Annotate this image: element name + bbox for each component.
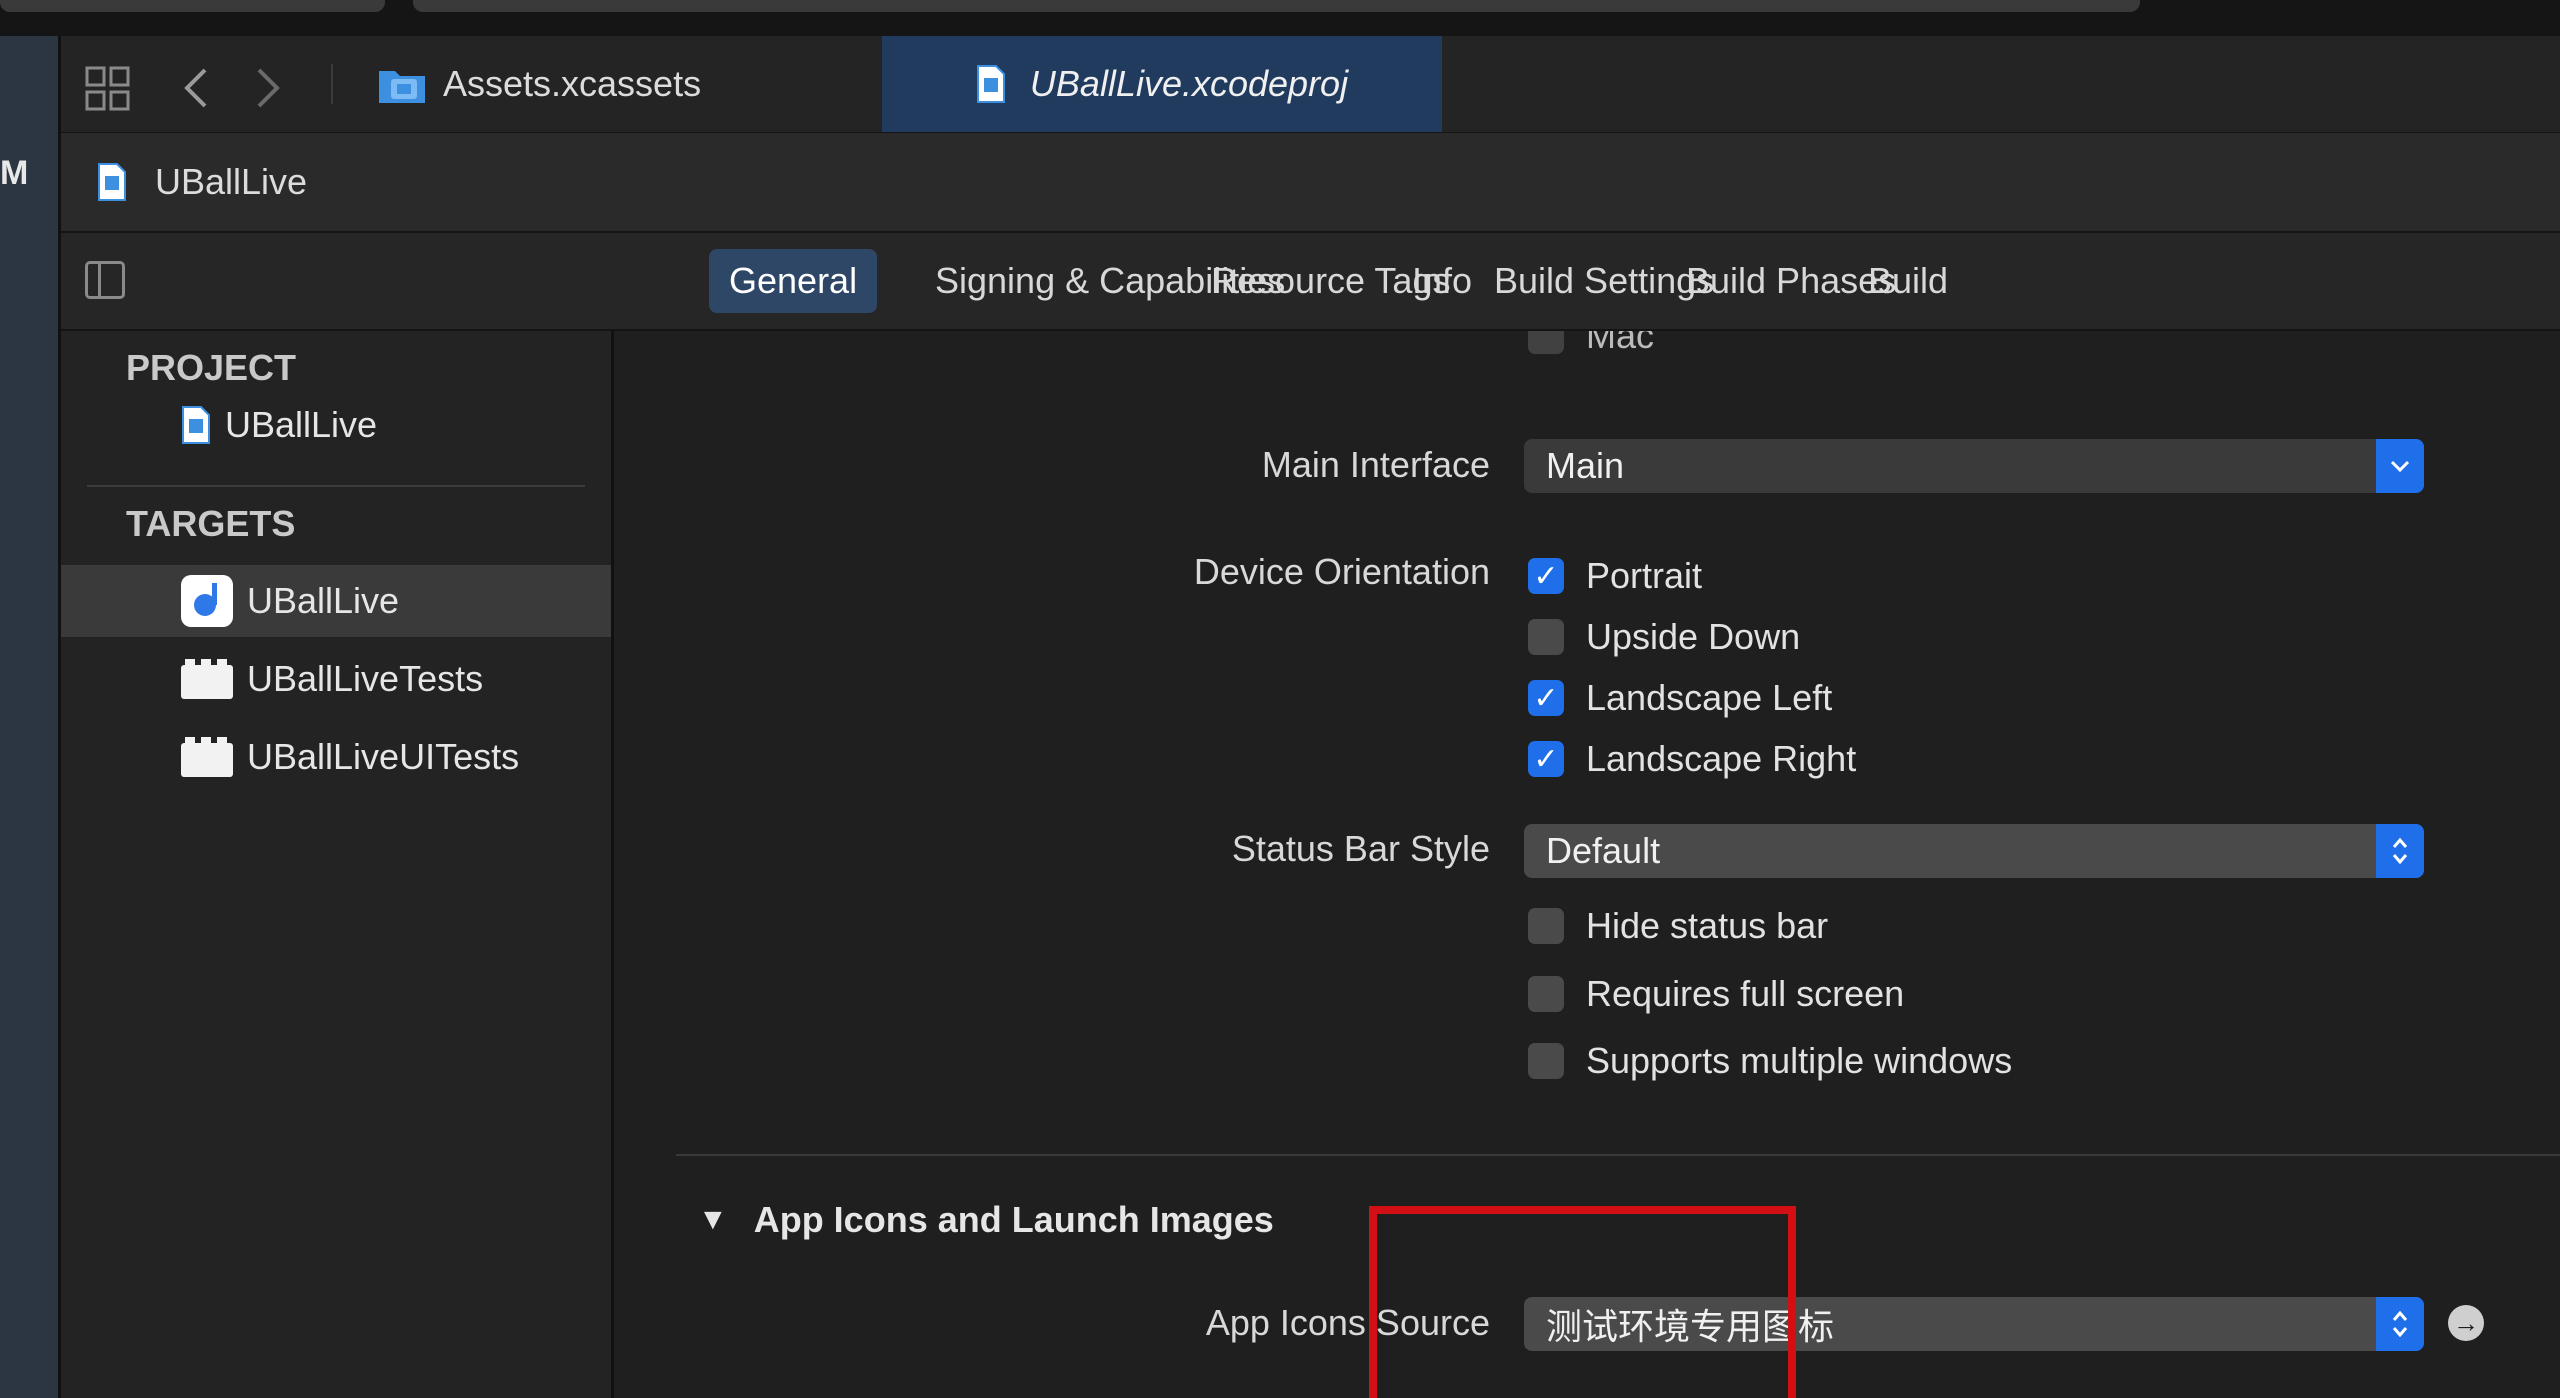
field-label: Device Orientation	[1193, 551, 1490, 592]
test-bundle-icon	[181, 659, 233, 699]
checkmark-icon[interactable]: ✓	[1528, 558, 1564, 594]
tab-assets[interactable]: Assets.xcassets	[377, 36, 882, 132]
checkbox[interactable]	[1528, 976, 1564, 1012]
status-bar-style-popup[interactable]: Default	[1524, 824, 2424, 878]
updown-chevron-icon[interactable]	[2376, 824, 2424, 878]
general-settings-pane: Mac Main Interface Main Device Orientati…	[614, 331, 2560, 1398]
field-label: Status Bar Style	[1231, 828, 1490, 869]
go-arrow-icon[interactable]: →	[2448, 1305, 2484, 1341]
checkbox-requires-full-screen[interactable]: Requires full screen	[1528, 973, 1904, 1015]
popup-value: Default	[1546, 830, 1661, 871]
sidebar-item-label: UBallLive	[225, 404, 378, 445]
window-top-strip	[0, 0, 2560, 36]
checkmark-icon[interactable]: ✓	[1528, 741, 1564, 777]
divider	[676, 1154, 2560, 1156]
divider	[331, 64, 333, 104]
main-interface-combo[interactable]: Main	[1524, 439, 2424, 493]
divider	[87, 485, 585, 487]
navigator-strip: M	[0, 36, 58, 1398]
status-bar-style-row: Status Bar Style	[614, 828, 1490, 878]
app-icons-source-row: App Icons Source	[614, 1302, 1490, 1352]
project-file-icon	[98, 163, 126, 201]
chevron-down-icon[interactable]	[2376, 439, 2424, 493]
chevron-left-icon[interactable]	[181, 66, 211, 110]
device-orientation-row: Device Orientation	[614, 551, 1490, 601]
field-label: Main Interface	[1261, 444, 1490, 485]
app-icon	[181, 575, 233, 627]
chevron-right-icon[interactable]	[253, 66, 283, 110]
checkmark-icon[interactable]: ✓	[1528, 680, 1564, 716]
checkbox[interactable]	[1528, 331, 1564, 354]
folder-icon	[379, 71, 425, 103]
tab-build-rules[interactable]: Build	[1848, 249, 1968, 313]
checkbox[interactable]	[1528, 1043, 1564, 1079]
checkbox-mac[interactable]: Mac	[1528, 331, 1654, 357]
sidebar-item-target-uitests[interactable]: UBallLiveUITests	[61, 721, 611, 793]
project-file-icon	[976, 65, 1005, 103]
tab-label: UBallLive.xcodeproj	[1029, 63, 1349, 104]
section-title: App Icons and Launch Images	[753, 1199, 1274, 1240]
checkbox-landscape-right[interactable]: ✓ Landscape Right	[1528, 738, 1856, 780]
sidebar-toggle-icon[interactable]	[85, 261, 125, 299]
checkbox-label: Portrait	[1586, 555, 1703, 596]
checkbox-label: Landscape Left	[1586, 677, 1833, 718]
sidebar-item-label: UBallLive	[247, 580, 400, 621]
sidebar-item-target-app[interactable]: UBallLive	[61, 565, 611, 637]
tab-xcodeproj[interactable]: UBallLive.xcodeproj	[882, 36, 1442, 132]
checkbox-hide-status-bar[interactable]: Hide status bar	[1528, 905, 1828, 947]
project-section-header: PROJECT	[126, 347, 297, 388]
checkbox-portrait[interactable]: ✓ Portrait	[1528, 555, 1702, 597]
updown-chevron-icon[interactable]	[2376, 1297, 2424, 1351]
checkbox-label: Supports multiple windows	[1586, 1040, 2013, 1081]
project-file-icon	[181, 405, 211, 445]
checkbox-label: Upside Down	[1586, 616, 1801, 657]
targets-section-header: TARGETS	[126, 503, 296, 544]
checkbox[interactable]	[1528, 908, 1564, 944]
combo-value: Main	[1546, 445, 1625, 486]
project-sidebar: PROJECT UBallLive TARGETS UBallLive UBal…	[61, 331, 611, 1398]
app-icons-section-header[interactable]: ▼ App Icons and Launch Images	[698, 1199, 1274, 1241]
checkbox-label: Hide status bar	[1586, 905, 1829, 946]
editor-segment-bar: General Signing & Capabilities Resource …	[61, 233, 2560, 331]
grid-icon[interactable]	[85, 66, 131, 112]
highlight-annotation	[1369, 1206, 1796, 1398]
breadcrumb-item[interactable]: UBallLive	[155, 161, 307, 203]
sidebar-item-label: UBallLiveTests	[247, 658, 484, 699]
breadcrumb: UBallLive	[61, 133, 2560, 233]
sidebar-item-target-tests[interactable]: UBallLiveTests	[61, 643, 611, 715]
sidebar-item-label: UBallLiveUITests	[247, 736, 520, 777]
top-strip-segment	[413, 0, 2140, 12]
checkbox-supports-multiple-windows[interactable]: Supports multiple windows	[1528, 1040, 2012, 1082]
checkbox-label: Requires full screen	[1586, 973, 1905, 1014]
checkbox-upside-down[interactable]: Upside Down	[1528, 616, 1800, 658]
main-interface-row: Main Interface	[614, 444, 1490, 494]
disclosure-triangle-icon[interactable]: ▼	[698, 1203, 728, 1237]
tab-label: Assets.xcassets	[443, 63, 702, 104]
checkbox-label: Mac	[1586, 331, 1655, 356]
checkbox[interactable]	[1528, 619, 1564, 655]
navigator-strip-text: M	[0, 154, 29, 192]
test-bundle-icon	[181, 737, 233, 777]
checkbox-landscape-left[interactable]: ✓ Landscape Left	[1528, 677, 1832, 719]
checkbox-label: Landscape Right	[1586, 738, 1857, 779]
top-strip-segment	[0, 0, 385, 12]
editor-tab-bar: Assets.xcassets UBallLive.xcodeproj	[61, 36, 2560, 134]
tab-general[interactable]: General	[709, 249, 878, 313]
sidebar-item-project[interactable]: UBallLive	[61, 389, 611, 461]
